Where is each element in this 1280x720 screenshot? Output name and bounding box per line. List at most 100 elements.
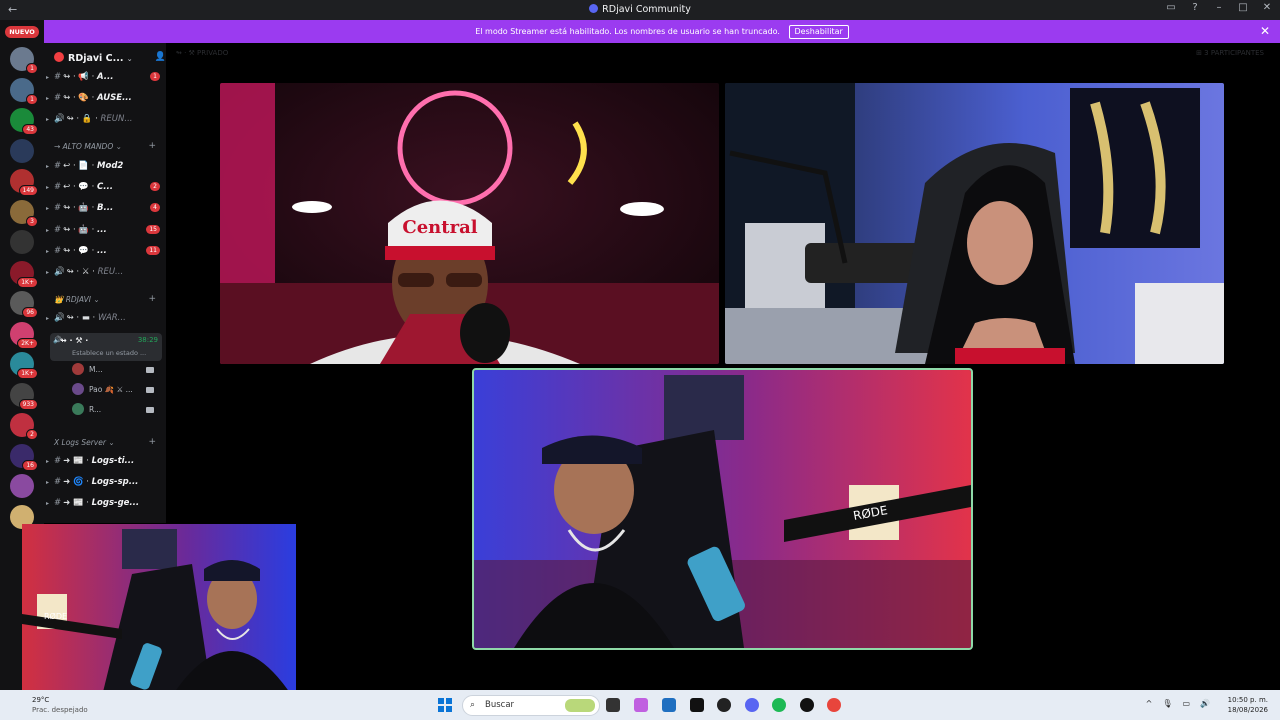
channel-item[interactable]: ▸ # ➜ 📰 · Logs-ti... xyxy=(46,452,164,470)
app-icon[interactable] xyxy=(717,698,731,712)
minimize-icon[interactable]: – xyxy=(1212,2,1226,13)
microphone-icon[interactable]: 🎙 xyxy=(1162,699,1172,708)
channel-item[interactable]: ▸ # ↬ · 🎨 · AUSE... xyxy=(46,89,164,107)
server-icon[interactable]: 16 xyxy=(10,443,38,471)
weather-widget[interactable]: 29°C Prac. despejado xyxy=(32,695,88,715)
volume-icon[interactable]: 🔊 xyxy=(1200,699,1210,708)
voice-user-name: R... xyxy=(89,405,102,414)
new-badge[interactable]: NUEVO xyxy=(5,26,39,38)
category-label: 👑 RDJAVI ⌄ xyxy=(54,295,100,304)
active-voice-channel[interactable]: 🔊 ↬ · ⚒ · 38:29 Establece un estado ... xyxy=(50,333,162,361)
channel-name: Logs-ti... xyxy=(91,456,135,466)
server-icon[interactable]: 96 xyxy=(10,291,38,318)
taskbar-search[interactable]: ⌕ Buscar xyxy=(462,695,600,716)
obs-icon[interactable] xyxy=(800,698,814,712)
channel-category[interactable]: X Logs Server ⌄ + xyxy=(54,437,166,447)
create-channel-icon[interactable]: + xyxy=(148,294,156,304)
task-view-icon[interactable] xyxy=(606,698,620,712)
create-channel-icon[interactable]: + xyxy=(148,141,156,151)
text-channel-icon: # xyxy=(54,203,62,214)
server-icon[interactable]: 1K+ xyxy=(10,260,38,288)
channel-item[interactable]: ▸ # ↬ · 🤖 · ... 15 xyxy=(46,221,164,239)
video-tile-guest[interactable] xyxy=(725,83,1224,364)
server-icon[interactable]: 43 xyxy=(10,108,38,135)
camera-icon xyxy=(146,407,154,413)
close-window-icon[interactable]: ✕ xyxy=(1260,2,1274,13)
server-icon[interactable]: 1 xyxy=(10,77,38,105)
channel-item[interactable]: ▸ 🔊 ↬ · ⚔ · REU... xyxy=(46,263,164,281)
system-clock[interactable]: 10:50 p. m. 18/08/2026 xyxy=(1228,695,1268,715)
voice-user[interactable]: Pao 🍂 ⚔ ... xyxy=(72,381,162,399)
channel-item[interactable]: ▸ # ➜ 📰 · Logs-ge... xyxy=(46,494,164,512)
network-icon[interactable]: ▭ xyxy=(1182,699,1190,708)
clock-date: 18/08/2026 xyxy=(1227,706,1268,714)
video-tile-host[interactable]: Central xyxy=(220,83,719,364)
chevron-down-icon: ⌄ xyxy=(126,55,133,63)
channel-category[interactable]: 👑 RDJAVI ⌄ + xyxy=(54,294,166,304)
server-icon[interactable]: 2 xyxy=(10,413,38,440)
server-icon[interactable] xyxy=(10,230,34,254)
windows-start-icon[interactable] xyxy=(438,698,452,712)
channel-sidebar: RDjavi C... ⌄ 👤 ▸ # ↬ · 📢 · A... 1 ▸ # ↬ · 🎨 ·… xyxy=(44,43,166,523)
maximize-icon[interactable]: □ xyxy=(1236,2,1250,13)
channel-name: B... xyxy=(97,203,114,214)
video-tile-speaker[interactable]: RØDE xyxy=(472,368,973,650)
server-icon[interactable] xyxy=(10,138,34,163)
server-icon[interactable]: 933 xyxy=(10,382,38,410)
video-feed-guest xyxy=(725,83,1224,364)
server-icon[interactable]: 1 xyxy=(10,47,38,74)
inbox-icon[interactable]: ▭ xyxy=(1164,2,1178,13)
text-channel-icon: # xyxy=(54,456,62,466)
channel-prefix: ↬ · 🤖 · xyxy=(63,224,98,235)
weather-temp: 29°C xyxy=(32,696,50,704)
channel-item[interactable]: ▸ # ↬ · 📢 · A... 1 xyxy=(46,68,164,86)
voice-channel-icon: 🔊 xyxy=(54,267,65,277)
store-icon[interactable] xyxy=(662,698,676,712)
server-icon[interactable]: 1K+ xyxy=(10,352,38,379)
video-feed-host: Central xyxy=(220,83,719,364)
server-name: RDjavi C... xyxy=(68,53,124,64)
voice-channel-name: ↬ · ⚒ · xyxy=(60,336,89,345)
chrome-icon[interactable] xyxy=(827,698,841,712)
copilot-icon[interactable] xyxy=(634,698,648,712)
channel-item[interactable]: ▸ # ↬ · 🤖 · B... 4 xyxy=(46,199,164,217)
channel-item[interactable]: ▸ # ➜ 🌀 · Logs-sp... xyxy=(46,473,164,491)
voice-user[interactable]: M... xyxy=(72,361,162,379)
clock-time: 10:50 p. m. xyxy=(1227,696,1268,704)
collapse-arrow-icon: ▸ xyxy=(46,184,50,192)
search-label: Buscar xyxy=(485,700,515,710)
server-header[interactable]: RDjavi C... ⌄ 👤 xyxy=(54,52,166,66)
collapse-arrow-icon: ▸ xyxy=(46,74,50,81)
text-channel-icon: # xyxy=(54,224,62,235)
avatar xyxy=(72,383,84,395)
mention-badge: 16 xyxy=(22,459,38,471)
overlay-feed: RØDE xyxy=(22,524,296,696)
server-icon[interactable]: 3 xyxy=(10,199,38,227)
channel-item[interactable]: ▸ 🔊 ↬ · 🔒 · REUN... xyxy=(46,110,164,128)
mention-badge: 1K+ xyxy=(17,276,38,288)
channel-item[interactable]: ▸ # ↩ · 📄 · Mod2 xyxy=(46,157,164,175)
voice-channel-icon: 🔊 xyxy=(54,114,65,124)
tray-chevron-icon[interactable]: ^ xyxy=(1146,699,1153,708)
channel-item[interactable]: ▸ 🔊 ↬ · ▬ · WAR... xyxy=(46,309,164,327)
server-icon[interactable] xyxy=(10,474,34,498)
disable-streamer-button[interactable]: Deshabilitar xyxy=(788,24,849,39)
voice-user[interactable]: R... xyxy=(72,401,162,419)
server-icon[interactable]: 149 xyxy=(10,169,38,196)
discord-taskbar-icon[interactable] xyxy=(745,698,759,712)
category-label: → ALTO MANDO ⌄ xyxy=(54,142,122,151)
spotify-icon[interactable] xyxy=(772,698,786,712)
create-channel-icon[interactable]: + xyxy=(148,437,156,447)
server-icon xyxy=(54,52,64,62)
text-channel-icon: # xyxy=(54,498,62,509)
cap-logo-text: Central xyxy=(402,217,477,238)
terminal-icon[interactable] xyxy=(690,698,704,712)
close-banner-icon[interactable]: ✕ xyxy=(1260,20,1270,43)
channel-item[interactable]: ▸ # ↩ · 💬 · C... 2 xyxy=(46,178,164,196)
channel-category[interactable]: → ALTO MANDO ⌄ + xyxy=(54,141,166,151)
invite-people-icon[interactable]: 👤 xyxy=(155,52,166,62)
server-icon[interactable]: 2K+ xyxy=(10,321,38,349)
channel-item[interactable]: ▸ # ↬ · 💬 · ... 11 xyxy=(46,242,164,260)
help-icon[interactable]: ? xyxy=(1188,2,1202,13)
unread-badge: 4 xyxy=(150,203,160,213)
